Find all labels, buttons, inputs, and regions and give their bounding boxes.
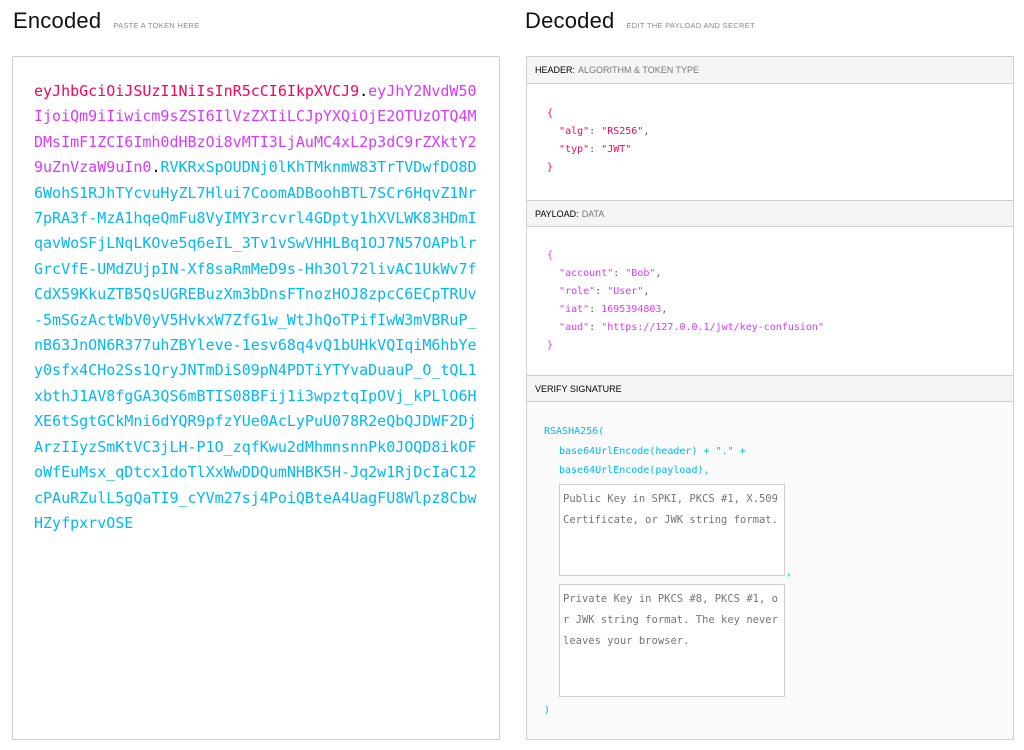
encoded-heading: Encoded PASTE A TOKEN HERE	[13, 8, 200, 34]
verify-section-title: VERIFY SIGNATURE	[527, 375, 1013, 402]
decoded-subtitle: EDIT THE PAYLOAD AND SECRET	[626, 21, 755, 30]
payload-role-value: "User"	[607, 286, 644, 297]
payload-iat-value: 1695394803	[601, 304, 662, 315]
decoded-title: Decoded	[525, 8, 615, 33]
sig-line-payload: base64UrlEncode(payload),	[559, 465, 710, 476]
header-section-label: HEADER:	[535, 65, 576, 75]
encoded-subtitle: PASTE A TOKEN HERE	[113, 21, 200, 30]
verify-signature-body: RSASHA256( base64UrlEncode(header) + "."…	[527, 402, 1013, 739]
payload-section-sub: DATA	[581, 209, 605, 219]
payload-json-editor[interactable]: { "account": "Bob", "role": "User", "iat…	[547, 247, 824, 355]
header-typ-value: "JWT"	[601, 144, 632, 155]
sig-line-header: base64UrlEncode(header) + "." +	[559, 446, 746, 457]
public-key-input[interactable]	[559, 484, 785, 576]
header-section-title: HEADER: ALGORITHM & TOKEN TYPE	[527, 57, 1013, 84]
sig-close-paren: )	[544, 705, 551, 716]
header-alg-value: "RS256"	[601, 126, 644, 137]
verify-section-label: VERIFY SIGNATURE	[535, 384, 622, 394]
encoded-title: Encoded	[13, 8, 102, 33]
token-dot: .	[359, 82, 369, 100]
token-signature-part: RVKRxSpOUDNj0lKhTMknmW83TrTVDwfDO8D6WohS…	[34, 158, 477, 532]
sig-function: RSASHA256(	[544, 426, 605, 437]
decoded-heading: Decoded EDIT THE PAYLOAD AND SECRET	[525, 8, 755, 34]
token-header-part: eyJhbGciOiJSUzI1NiIsInR5cCI6IkpXVCJ9	[34, 82, 360, 100]
payload-account-value: "Bob"	[625, 268, 656, 279]
payload-section-title: PAYLOAD: DATA	[527, 200, 1013, 227]
encoded-token-input[interactable]: eyJhbGciOiJSUzI1NiIsInR5cCI6IkpXVCJ9.eyJ…	[12, 56, 500, 740]
header-section-sub: ALGORITHM & TOKEN TYPE	[578, 65, 700, 75]
payload-aud-value: "https://127.0.0.1/jwt/key-confusion"	[601, 322, 824, 333]
payload-section-label: PAYLOAD:	[535, 209, 579, 219]
decoded-panel: HEADER: ALGORITHM & TOKEN TYPE { "alg": "…	[526, 56, 1014, 740]
sig-comma: ,	[786, 567, 793, 578]
token-text[interactable]: eyJhbGciOiJSUzI1NiIsInR5cCI6IkpXVCJ9.eyJ…	[34, 79, 479, 536]
private-key-input[interactable]	[559, 584, 785, 697]
header-json-editor[interactable]: { "alg": "RS256", "typ": "JWT" }	[547, 105, 649, 177]
